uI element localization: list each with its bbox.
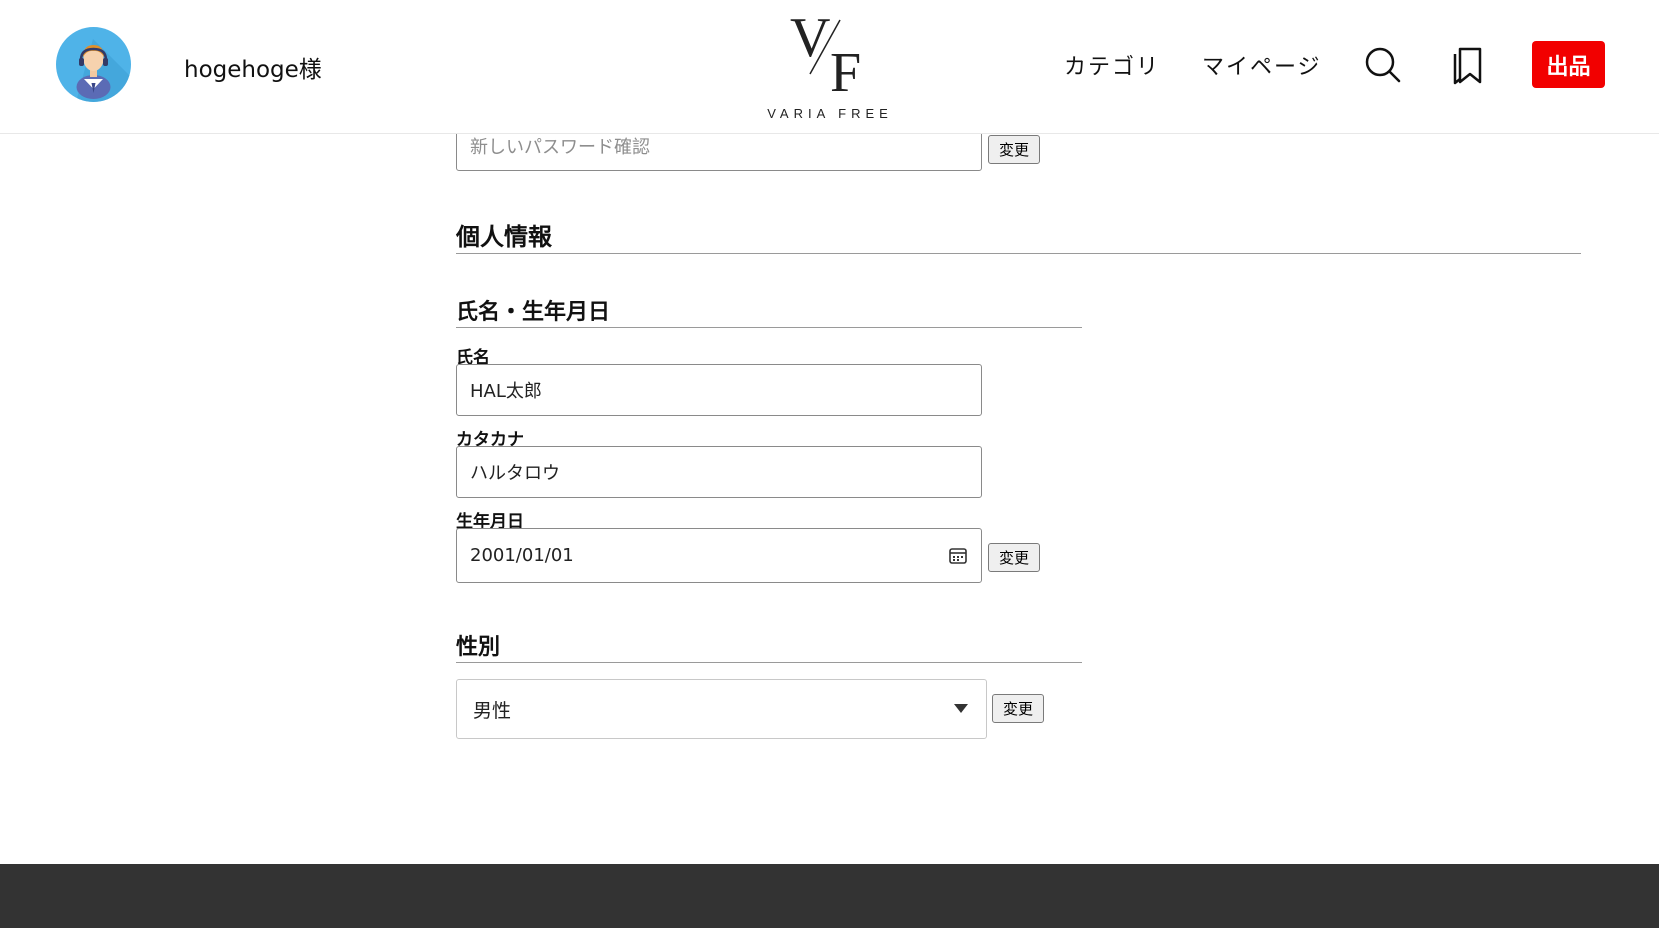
logo-mark-f: F — [830, 42, 861, 104]
gender-heading: 性別 — [456, 635, 501, 660]
kana-input[interactable]: ハルタロウ — [456, 446, 982, 498]
gender-change-button[interactable]: 変更 — [992, 694, 1044, 723]
site-header: hogehoge様 V F VARIA FREE カテゴリ マイページ 出品 — [0, 0, 1659, 134]
name-input[interactable]: HAL太郎 — [456, 364, 982, 416]
nav-category[interactable]: カテゴリ — [1064, 49, 1160, 81]
name-dob-change-button[interactable]: 変更 — [988, 543, 1040, 572]
gender-selected-value: 男性 — [473, 699, 512, 722]
name-dob-heading: 氏名・生年月日 — [456, 300, 611, 325]
personal-info-heading: 個人情報 — [456, 223, 552, 251]
sell-button[interactable]: 出品 — [1532, 41, 1605, 88]
calendar-icon[interactable] — [949, 547, 967, 564]
subsection-divider — [456, 327, 1082, 328]
user-avatar-icon[interactable] — [56, 27, 131, 102]
dob-date-input[interactable]: 2001/01/01 — [456, 528, 982, 583]
logo-wordmark: VARIA FREE — [767, 106, 893, 121]
search-icon[interactable] — [1364, 46, 1402, 84]
bookmark-icon[interactable] — [1452, 45, 1484, 85]
gender-select[interactable]: 男性 — [456, 679, 987, 739]
nav-mypage[interactable]: マイページ — [1202, 49, 1322, 81]
subsection-divider — [456, 662, 1082, 663]
section-divider — [456, 253, 1581, 254]
chevron-down-icon — [954, 704, 968, 713]
username-label[interactable]: hogehoge様 — [184, 50, 322, 84]
site-footer — [0, 864, 1659, 928]
site-logo[interactable]: V F VARIA FREE — [760, 6, 900, 124]
dob-value: 2001/01/01 — [470, 545, 574, 566]
logo-mark-v: V — [790, 7, 830, 69]
password-change-button[interactable]: 変更 — [988, 135, 1040, 164]
